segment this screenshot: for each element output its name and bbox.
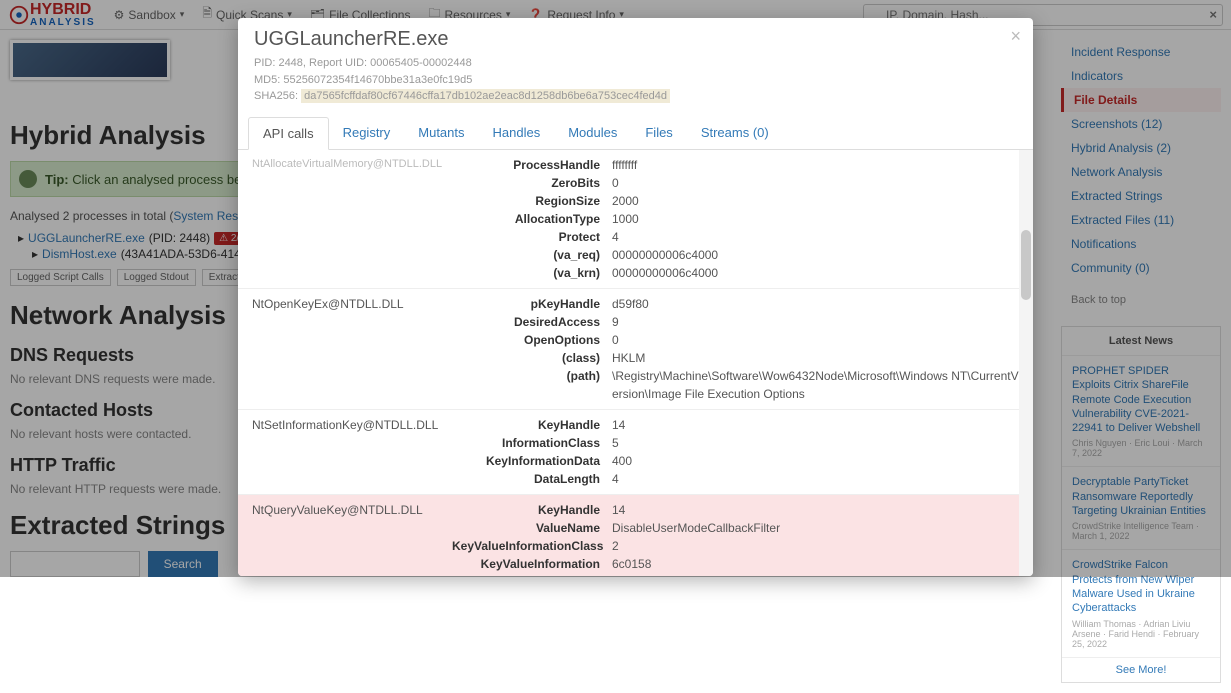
param-value: \Registry\Machine\Software\Wow6432Node\M… [612,367,1019,403]
process-detail-modal: × UGGLauncherRE.exe PID: 2448, Report UI… [238,18,1033,576]
param-key: DataLength [452,470,612,488]
param-value: 00000000006c4000 [612,264,1019,282]
param-row: DataLength4 [452,470,1019,488]
param-value: DisableUserModeCallbackFilter [612,519,1019,537]
param-key: InformationClass [452,434,612,452]
param-key: ProcessHandle [452,156,612,174]
param-row: Length400 [452,573,1019,577]
param-key: KeyHandle [452,416,612,434]
modal-md5-line: MD5: 55256072354f14670bbe31a3e0fc19d5 [254,72,1017,89]
api-call-block: NtQueryValueKey@NTDLL.DLLKeyHandle14Valu… [238,494,1033,577]
sha256-value[interactable]: da7565fcffdaf80cf67446cffa17db102ae2eac8… [301,89,670,103]
param-key: ValueName [452,519,612,537]
param-value: d59f80 [612,295,1019,313]
param-row: KeyValueInformationClass2 [452,537,1019,555]
param-value: 4 [612,228,1019,246]
param-value: 0 [612,331,1019,349]
param-value: 0 [612,174,1019,192]
param-key: pKeyHandle [452,295,612,313]
param-key: KeyInformationData [452,452,612,470]
param-key: (va_req) [452,246,612,264]
param-key: KeyHandle [452,501,612,519]
param-row: AllocationType1000 [452,210,1019,228]
param-value: 14 [612,416,1019,434]
api-call-block: NtAllocateVirtualMemory@NTDLL.DLLProcess… [238,150,1033,288]
param-key: (class) [452,349,612,367]
param-row: OpenOptions0 [452,331,1019,349]
tab-registry[interactable]: Registry [329,117,405,149]
param-row: (class)HKLM [452,349,1019,367]
param-row: InformationClass5 [452,434,1019,452]
param-row: (va_krn)00000000006c4000 [452,264,1019,282]
param-row: (va_req)00000000006c4000 [452,246,1019,264]
api-call-block: NtOpenKeyEx@NTDLL.DLLpKeyHandled59f80Des… [238,288,1033,409]
param-key: OpenOptions [452,331,612,349]
param-key: Length [452,573,612,577]
param-key: RegionSize [452,192,612,210]
param-value: 6c0158 [612,555,1019,573]
modal-pid-line: PID: 2448, Report UID: 00065405-00002448 [254,55,1017,72]
param-value: 2 [612,537,1019,555]
param-value: 4 [612,470,1019,488]
param-row: KeyInformationData400 [452,452,1019,470]
param-row: Protect4 [452,228,1019,246]
api-call-name: NtSetInformationKey@NTDLL.DLL [252,416,452,432]
param-value: 400 [612,452,1019,470]
param-row: KeyValueInformation6c0158 [452,555,1019,573]
modal-tabs: API callsRegistryMutantsHandlesModulesFi… [238,117,1033,150]
param-row: (path)\Registry\Machine\Software\Wow6432… [452,367,1019,403]
param-key: Protect [452,228,612,246]
modal-title: UGGLauncherRE.exe [254,28,1017,51]
tab-files[interactable]: Files [631,117,686,149]
param-row: RegionSize2000 [452,192,1019,210]
modal-body[interactable]: NtAllocateVirtualMemory@NTDLL.DLLProcess… [238,150,1033,577]
param-row: pKeyHandled59f80 [452,295,1019,313]
param-value: 2000 [612,192,1019,210]
param-value: 00000000006c4000 [612,246,1019,264]
param-row: ValueNameDisableUserModeCallbackFilter [452,519,1019,537]
api-call-name: NtOpenKeyEx@NTDLL.DLL [252,295,452,311]
tab-api-calls[interactable]: API calls [248,117,329,150]
tab-mutants[interactable]: Mutants [404,117,478,149]
param-key: ZeroBits [452,174,612,192]
param-row: ProcessHandleffffffff [452,156,1019,174]
param-row: KeyHandle14 [452,501,1019,519]
tab-modules[interactable]: Modules [554,117,631,149]
param-key: KeyValueInformation [452,555,612,573]
param-value: ffffffff [612,156,1019,174]
param-value: 9 [612,313,1019,331]
param-key: KeyValueInformationClass [452,537,612,555]
param-value: 1000 [612,210,1019,228]
param-row: DesiredAccess9 [452,313,1019,331]
param-row: ZeroBits0 [452,174,1019,192]
modal-sha-line: SHA256: da7565fcffdaf80cf67446cffa17db10… [254,88,1017,105]
api-call-name: NtQueryValueKey@NTDLL.DLL [252,501,452,517]
param-key: (va_krn) [452,264,612,282]
close-icon[interactable]: × [1010,26,1021,47]
scroll-thumb[interactable] [1021,230,1031,300]
param-row: KeyHandle14 [452,416,1019,434]
param-value: 14 [612,501,1019,519]
api-call-block: NtSetInformationKey@NTDLL.DLLKeyHandle14… [238,409,1033,494]
tab-handles[interactable]: Handles [479,117,555,149]
api-call-name: NtAllocateVirtualMemory@NTDLL.DLL [252,156,452,170]
scrollbar[interactable] [1019,150,1033,577]
param-key: AllocationType [452,210,612,228]
param-key: DesiredAccess [452,313,612,331]
param-key: (path) [452,367,612,403]
tab-streams-[interactable]: Streams (0) [687,117,783,149]
param-value: HKLM [612,349,1019,367]
param-value: 5 [612,434,1019,452]
news-see-more[interactable]: See More! [1062,658,1220,682]
param-value: 400 [612,573,1019,577]
